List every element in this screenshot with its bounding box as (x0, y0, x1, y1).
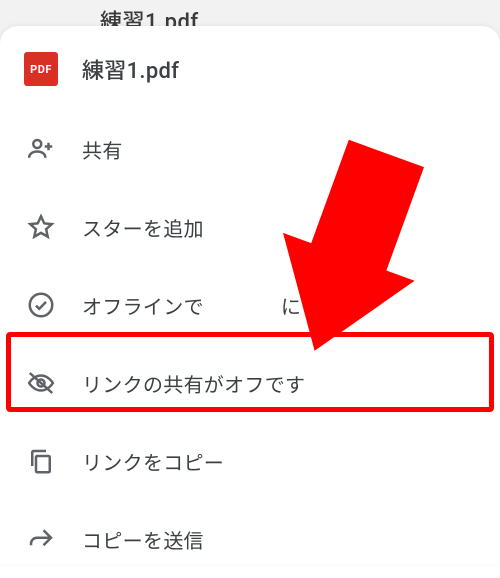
pdf-icon: PDF (24, 52, 58, 86)
send-icon (24, 522, 58, 556)
menu-label: スターを追加 (82, 213, 204, 242)
menu-label: 共有 (82, 135, 123, 164)
menu-item-send-copy[interactable]: コピーを送信 (0, 500, 500, 578)
menu-label: リンクをコピー (82, 447, 224, 476)
menu-item-copy-link[interactable]: リンクをコピー (0, 422, 500, 500)
menu-label: コピーを送信 (82, 525, 204, 554)
file-name: 練習1.pdf (82, 53, 179, 85)
action-menu: 共有 スターを追加 オフラインでXXXXXXにする (0, 110, 500, 578)
menu-item-share[interactable]: 共有 (0, 110, 500, 188)
bottom-sheet: PDF 練習1.pdf 共有 スターを追加 (0, 26, 500, 564)
menu-label: オフラインでXXXXXXにする (82, 291, 342, 320)
star-icon (24, 210, 58, 244)
visibility-off-icon (24, 366, 58, 400)
menu-item-offline[interactable]: オフラインでXXXXXXにする (0, 266, 500, 344)
pdf-badge-text: PDF (30, 63, 52, 76)
copy-icon (24, 444, 58, 478)
file-header: PDF 練習1.pdf (0, 42, 500, 110)
person-add-icon (24, 132, 58, 166)
menu-item-link-sharing[interactable]: リンクの共有がオフです (0, 344, 500, 422)
menu-item-star[interactable]: スターを追加 (0, 188, 500, 266)
menu-label: リンクの共有がオフです (82, 369, 305, 398)
offline-icon (24, 288, 58, 322)
